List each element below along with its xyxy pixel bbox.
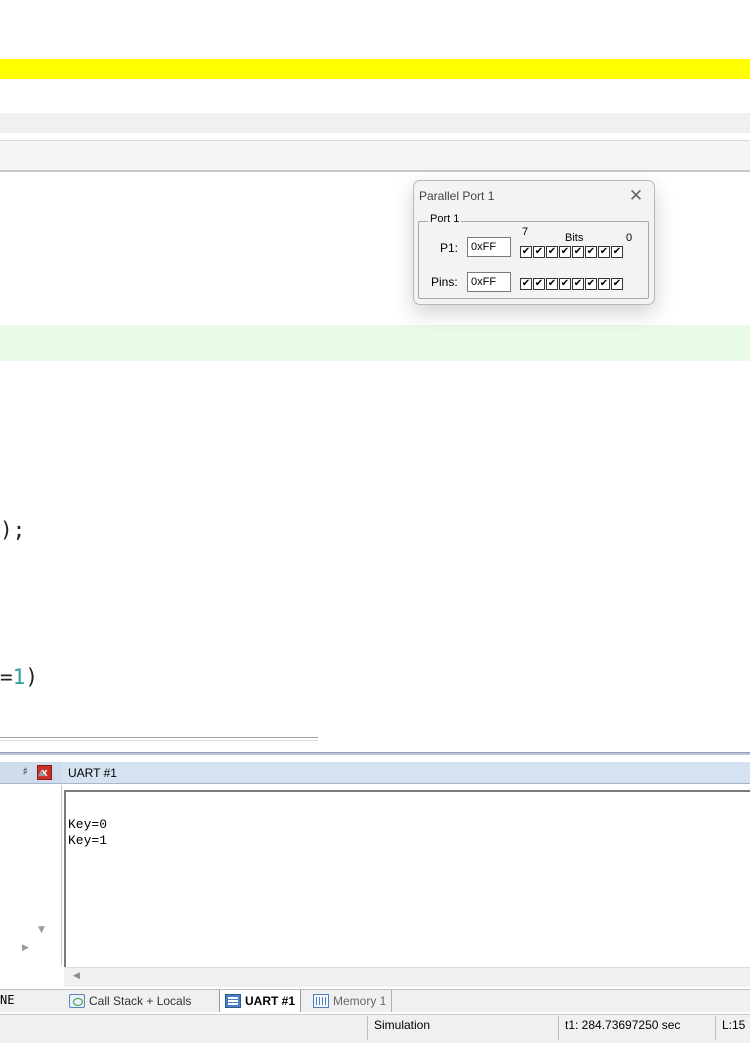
bit-checkbox[interactable]: ✔ xyxy=(598,246,610,258)
panel-splitter[interactable] xyxy=(0,752,750,755)
tab-label: Call Stack + Locals xyxy=(89,994,192,1008)
scroll-up-icon[interactable]: ▲ xyxy=(38,768,45,778)
status-separator xyxy=(367,1016,368,1040)
tab-uart-1[interactable]: UART #1 xyxy=(219,990,302,1012)
bit-checkbox[interactable]: ✔ xyxy=(611,246,623,258)
p1-label: P1: xyxy=(440,241,459,255)
bits-label: Bits xyxy=(565,232,584,244)
bit-checkbox[interactable]: ✔ xyxy=(572,246,584,258)
code-line: ); xyxy=(0,518,25,542)
bit-checkbox[interactable]: ✔ xyxy=(520,246,532,258)
uart-horizontal-scrollbar[interactable] xyxy=(64,967,750,987)
uart-panel-title: UART #1 xyxy=(68,766,117,780)
uart-icon xyxy=(225,994,241,1008)
bit-checkbox[interactable]: ✔ xyxy=(546,278,558,290)
current-line-highlight xyxy=(0,325,750,361)
pin-icon[interactable]: ♯ xyxy=(18,765,32,779)
editor-horizontal-scrollbar[interactable] xyxy=(0,737,318,741)
bit-high-label: 7 xyxy=(522,226,529,238)
bit-checkbox[interactable]: ✔ xyxy=(585,246,597,258)
tab-label: Memory 1 xyxy=(333,994,387,1008)
status-separator xyxy=(558,1016,559,1040)
close-icon[interactable]: ✕ xyxy=(624,185,648,207)
uart-output-line: Key=1 xyxy=(68,833,108,848)
bit-checkbox[interactable]: ✔ xyxy=(611,278,623,290)
bit-checkbox[interactable]: ✔ xyxy=(572,278,584,290)
scroll-down-icon[interactable]: ▼ xyxy=(38,925,45,935)
uart-output-line: Key=0 xyxy=(68,817,108,832)
pins-bit-checkboxes: ✔ ✔ ✔ ✔ ✔ ✔ ✔ ✔ xyxy=(520,278,623,290)
dialog-title: Parallel Port 1 xyxy=(419,189,495,203)
parallel-port-dialog: Parallel Port 1 ✕ Port 1 7 Bits 0 P1: ✔ … xyxy=(413,180,655,305)
tab-call-stack-locals[interactable]: Call Stack + Locals xyxy=(64,990,196,1012)
bit-checkbox[interactable]: ✔ xyxy=(585,278,597,290)
uart-panel-header xyxy=(62,762,750,784)
code-line: =1) xyxy=(0,665,38,689)
status-separator xyxy=(715,1016,716,1040)
bit-checkbox[interactable]: ✔ xyxy=(559,246,571,258)
left-panel-tab[interactable]: NE xyxy=(0,993,14,1007)
bit-checkbox[interactable]: ✔ xyxy=(546,246,558,258)
code-text: = xyxy=(0,665,13,689)
tab-label: UART #1 xyxy=(245,994,296,1008)
bit-low-label: 0 xyxy=(626,232,633,244)
file-tab-strip xyxy=(0,140,750,172)
uart-output-area[interactable] xyxy=(64,790,750,968)
highlighted-line-band xyxy=(0,59,750,79)
pins-label: Pins: xyxy=(431,275,458,289)
call-stack-icon xyxy=(69,994,85,1008)
bit-checkbox[interactable]: ✔ xyxy=(533,246,545,258)
memory-icon xyxy=(313,994,329,1008)
code-text: ) xyxy=(25,665,38,689)
code-number-literal: 1 xyxy=(12,665,26,689)
p1-bit-checkboxes: ✔ ✔ ✔ ✔ ✔ ✔ ✔ ✔ xyxy=(520,246,623,258)
code-text: ); xyxy=(0,518,26,542)
scroll-left-icon[interactable]: ◀ xyxy=(73,971,80,981)
status-line-number: L:15 xyxy=(722,1018,746,1032)
group-label: Port 1 xyxy=(428,213,462,225)
bit-checkbox[interactable]: ✔ xyxy=(598,278,610,290)
pins-value-field[interactable] xyxy=(467,272,511,292)
bit-checkbox[interactable]: ✔ xyxy=(533,278,545,290)
status-mode: Simulation xyxy=(374,1018,431,1032)
status-time: t1: 284.73697250 sec xyxy=(565,1018,681,1032)
tab-memory-1[interactable]: Memory 1 xyxy=(308,990,393,1012)
bit-checkbox[interactable]: ✔ xyxy=(559,278,571,290)
scroll-right-icon[interactable]: ▶ xyxy=(22,943,29,953)
bit-checkbox[interactable]: ✔ xyxy=(520,278,532,290)
toolbar-strip xyxy=(0,113,750,133)
p1-value-field[interactable] xyxy=(467,237,511,257)
